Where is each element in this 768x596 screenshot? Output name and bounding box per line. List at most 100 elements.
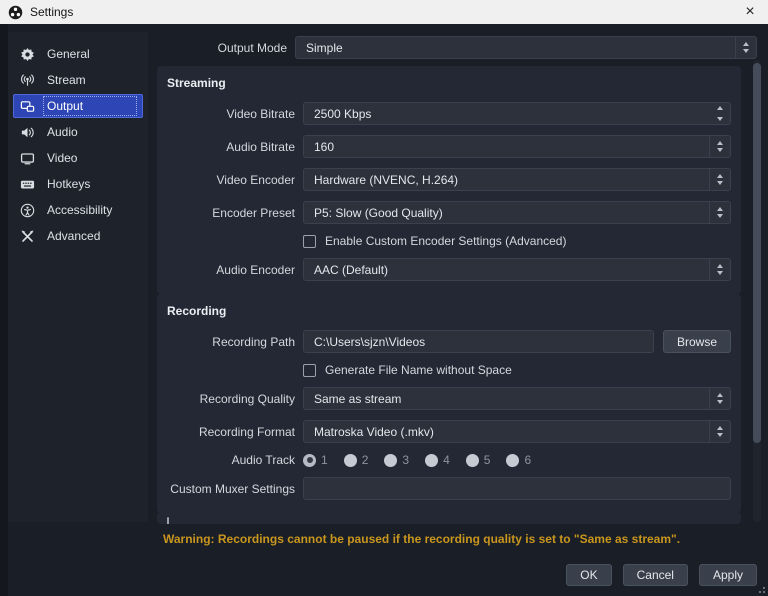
audio-bitrate-value: 160 bbox=[314, 139, 335, 154]
recording-warning-text: Warning: Recordings cannot be paused if … bbox=[163, 532, 681, 546]
output-mode-label: Output Mode bbox=[217, 40, 287, 55]
radio-button-icon[interactable] bbox=[303, 453, 316, 467]
radio-button-icon[interactable] bbox=[343, 453, 357, 467]
radio-label: 4 bbox=[443, 453, 450, 467]
generate-no-space-row: Generate File Name without Space bbox=[167, 363, 731, 377]
sidebar-item-video[interactable]: Video bbox=[13, 146, 143, 170]
sidebar-item-output[interactable]: Output bbox=[13, 94, 143, 118]
clipped-next-section bbox=[157, 512, 741, 524]
audio-track-label: Audio Track bbox=[231, 453, 295, 467]
obs-logo-icon bbox=[8, 5, 23, 20]
output-settings-page: Output Mode Simple Streaming Video Bitra… bbox=[148, 24, 768, 596]
monitor-icon bbox=[19, 150, 35, 166]
video-bitrate-spinner[interactable]: 2500 Kbps bbox=[303, 102, 731, 125]
audio-track-option-1[interactable]: 1 bbox=[303, 453, 328, 467]
generate-no-space-checkbox[interactable] bbox=[303, 363, 316, 377]
sidebar-item-label: Advanced bbox=[47, 229, 101, 243]
encoder-preset-label: Encoder Preset bbox=[212, 205, 295, 220]
custom-encoder-settings-checkbox-label[interactable]: Enable Custom Encoder Settings (Advanced… bbox=[325, 234, 566, 248]
video-encoder-value: Hardware (NVENC, H.264) bbox=[314, 172, 459, 187]
generate-no-space-checkbox-label[interactable]: Generate File Name without Space bbox=[325, 363, 512, 377]
recording-format-row: Recording Format Matroska Video (.mkv) bbox=[167, 420, 731, 443]
sidebar-item-label: Output bbox=[43, 96, 137, 116]
sidebar-item-label: Hotkeys bbox=[47, 177, 91, 191]
sidebar-item-label: General bbox=[47, 47, 90, 61]
sidebar-item-accessibility[interactable]: Accessibility bbox=[13, 198, 143, 222]
radio-label: 6 bbox=[524, 453, 532, 467]
apply-button[interactable]: Apply bbox=[698, 564, 757, 586]
ok-button[interactable]: OK bbox=[566, 564, 612, 586]
sidebar-item-advanced[interactable]: Advanced bbox=[13, 224, 143, 248]
sidebar-item-hotkeys[interactable]: Hotkeys bbox=[13, 172, 143, 196]
audio-track-option-5[interactable]: 5 bbox=[465, 453, 491, 467]
output-mode-select[interactable]: Simple bbox=[295, 36, 757, 59]
dropdown-arrows-icon[interactable] bbox=[709, 388, 730, 409]
tools-icon bbox=[19, 228, 35, 244]
audio-track-radios: 1 2 3 4 5 6 bbox=[303, 453, 531, 467]
dropdown-arrows-icon[interactable] bbox=[709, 169, 730, 190]
radio-button-icon[interactable] bbox=[506, 453, 520, 467]
encoder-preset-value: P5: Slow (Good Quality) bbox=[314, 205, 443, 220]
audio-track-option-4[interactable]: 4 bbox=[425, 453, 450, 467]
recording-quality-select[interactable]: Same as stream bbox=[303, 387, 731, 410]
custom-encoder-settings-checkbox[interactable] bbox=[303, 234, 316, 248]
titlebar: Settings × bbox=[0, 0, 768, 24]
recording-section: Recording Recording Path Browse Generate… bbox=[157, 294, 741, 513]
output-mode-row: Output Mode Simple bbox=[148, 36, 757, 59]
recording-quality-label: Recording Quality bbox=[199, 391, 295, 406]
scrollbar-thumb[interactable] bbox=[753, 63, 761, 443]
audio-track-option-6[interactable]: 6 bbox=[506, 453, 531, 467]
window-title: Settings bbox=[30, 5, 74, 19]
resize-grip[interactable] bbox=[763, 591, 765, 593]
dropdown-arrows-icon[interactable] bbox=[709, 259, 730, 280]
sidebar-item-audio[interactable]: Audio bbox=[13, 120, 143, 144]
recording-format-label: Recording Format bbox=[198, 424, 295, 439]
browse-button[interactable]: Browse bbox=[662, 330, 731, 353]
radio-label: 3 bbox=[402, 453, 410, 467]
audio-encoder-label: Audio Encoder bbox=[216, 262, 295, 277]
radio-button-icon[interactable] bbox=[425, 453, 439, 467]
spinner-arrows-icon[interactable] bbox=[709, 103, 730, 124]
keyboard-icon bbox=[19, 176, 35, 192]
recording-path-input[interactable] bbox=[303, 330, 654, 353]
audio-track-option-2[interactable]: 2 bbox=[343, 453, 369, 467]
video-bitrate-label: Video Bitrate bbox=[226, 106, 296, 121]
gear-icon bbox=[19, 46, 35, 62]
vertical-scrollbar[interactable] bbox=[753, 60, 761, 522]
radio-label: 2 bbox=[361, 453, 369, 467]
audio-encoder-select[interactable]: AAC (Default) bbox=[303, 258, 731, 281]
radio-label: 5 bbox=[483, 453, 491, 467]
sidebar-item-general[interactable]: General bbox=[13, 42, 143, 66]
window-left-border bbox=[0, 24, 8, 596]
streaming-section-title: Streaming bbox=[167, 76, 226, 90]
sidebar-item-label: Stream bbox=[47, 73, 86, 87]
dropdown-arrows-icon[interactable] bbox=[709, 136, 730, 157]
settings-sidebar: General Stream Output Audio Video Hotkey… bbox=[8, 32, 148, 522]
output-displays-icon bbox=[19, 98, 35, 114]
dialog-footer: OK Cancel Apply bbox=[566, 564, 757, 586]
speaker-icon bbox=[19, 124, 35, 140]
audio-track-option-3[interactable]: 3 bbox=[384, 453, 409, 467]
video-encoder-row: Video Encoder Hardware (NVENC, H.264) bbox=[167, 168, 731, 191]
sidebar-item-stream[interactable]: Stream bbox=[13, 68, 143, 92]
sidebar-item-label: Audio bbox=[47, 125, 78, 139]
encoder-preset-select[interactable]: P5: Slow (Good Quality) bbox=[303, 201, 731, 224]
recording-format-select[interactable]: Matroska Video (.mkv) bbox=[303, 420, 731, 443]
audio-bitrate-select[interactable]: 160 bbox=[303, 135, 731, 158]
recording-quality-value: Same as stream bbox=[314, 391, 402, 406]
close-icon[interactable]: × bbox=[732, 0, 768, 24]
dropdown-arrows-icon[interactable] bbox=[735, 37, 756, 58]
video-encoder-select[interactable]: Hardware (NVENC, H.264) bbox=[303, 168, 731, 191]
sidebar-item-label: Accessibility bbox=[47, 203, 113, 217]
radio-button-icon[interactable] bbox=[384, 453, 398, 467]
dropdown-arrows-icon[interactable] bbox=[709, 421, 730, 442]
recording-format-value: Matroska Video (.mkv) bbox=[314, 424, 434, 439]
recording-quality-row: Recording Quality Same as stream bbox=[167, 387, 731, 410]
output-mode-value: Simple bbox=[306, 40, 343, 55]
clipped-checkbox[interactable] bbox=[167, 517, 169, 524]
radio-button-icon[interactable] bbox=[465, 453, 479, 467]
custom-muxer-input[interactable] bbox=[303, 477, 731, 500]
cancel-button[interactable]: Cancel bbox=[622, 564, 688, 586]
broadcast-icon bbox=[19, 72, 35, 88]
dropdown-arrows-icon[interactable] bbox=[709, 202, 730, 223]
